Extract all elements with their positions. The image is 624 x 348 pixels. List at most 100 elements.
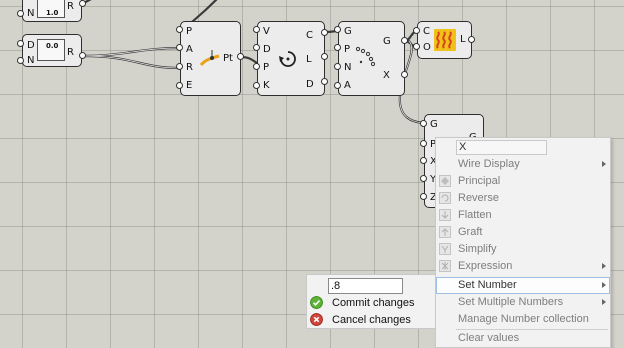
number-slider-component[interactable]: N 1.0 R — [22, 0, 82, 22]
output-label: R — [67, 1, 74, 12]
point-on-curve-icon — [199, 50, 220, 66]
submenu-arrow-icon — [602, 161, 606, 167]
commit-changes-item[interactable]: Commit changes — [307, 295, 435, 311]
check-icon — [310, 296, 323, 309]
menu-item-label: Simplify — [458, 243, 497, 255]
commit-label: Commit changes — [332, 297, 415, 309]
menu-item-reverse[interactable]: Reverse — [436, 190, 610, 207]
output-grip[interactable] — [79, 52, 86, 59]
input-label: V — [263, 26, 270, 37]
menu-item-graft[interactable]: Graft — [436, 224, 610, 241]
divide-points-component[interactable]: G P N A G X — [338, 21, 405, 96]
output-grip[interactable] — [401, 71, 408, 78]
input-grip[interactable] — [334, 26, 341, 33]
wire — [80, 54, 182, 70]
output-label: X — [383, 70, 390, 81]
number-input[interactable] — [328, 278, 403, 294]
rotate-icon — [279, 51, 296, 67]
output-grip[interactable] — [401, 37, 408, 44]
input-grip[interactable] — [420, 175, 427, 182]
input-label: O — [423, 42, 431, 53]
input-grip[interactable] — [334, 63, 341, 70]
input-grip[interactable] — [334, 44, 341, 51]
output-grip[interactable] — [468, 36, 475, 43]
flatten-icon — [439, 209, 451, 221]
output-label: D — [306, 79, 314, 90]
slider-value: 0.0 — [46, 42, 59, 50]
input-label: E — [186, 80, 193, 91]
input-label: A — [344, 80, 351, 91]
menu-item-label: Wire Display — [458, 158, 520, 170]
input-label: C — [423, 26, 430, 37]
input-label: G — [344, 26, 352, 37]
menu-item-label: Flatten — [458, 209, 492, 221]
context-menu: X Wire Display Principal Reverse Flatten… — [435, 137, 611, 348]
input-grip[interactable] — [253, 26, 260, 33]
output-grip[interactable] — [321, 29, 328, 36]
input-grip[interactable] — [413, 27, 420, 34]
submenu-arrow-icon — [602, 299, 606, 305]
menu-item-principal[interactable]: Principal — [436, 173, 610, 190]
input-label: P — [263, 62, 270, 73]
output-grip[interactable] — [321, 78, 328, 85]
menu-item-label: Manage Number collection — [458, 313, 589, 325]
menu-item-label: Graft — [458, 226, 483, 238]
number-slider-component[interactable]: D N 0.0 R — [22, 34, 82, 67]
input-label: D — [27, 40, 35, 51]
input-grip[interactable] — [420, 157, 427, 164]
output-grip[interactable] — [237, 53, 244, 60]
input-grip[interactable] — [17, 40, 24, 47]
input-grip[interactable] — [420, 120, 427, 127]
input-grip[interactable] — [253, 82, 260, 89]
menu-item-flatten[interactable]: Flatten — [436, 207, 610, 224]
input-grip[interactable] — [420, 140, 427, 147]
output-label: L — [460, 34, 466, 45]
input-label: K — [263, 80, 270, 91]
slider-track[interactable]: 1.0 — [37, 0, 65, 18]
evaluate-curve-component[interactable]: P A R E Pt — [180, 21, 241, 96]
input-grip[interactable] — [176, 26, 183, 33]
menu-item-simplify[interactable]: Simplify — [436, 241, 610, 258]
menu-item-label: Set Multiple Numbers — [458, 296, 564, 308]
output-grip[interactable] — [321, 53, 328, 60]
menu-item-clear-values[interactable]: Clear values — [436, 330, 610, 347]
output-label: Pt — [223, 53, 233, 64]
input-grip[interactable] — [176, 44, 183, 51]
input-grip[interactable] — [176, 63, 183, 70]
input-label: R — [186, 62, 193, 73]
menu-item-set-number[interactable]: Set Number — [436, 277, 610, 294]
input-grip[interactable] — [420, 193, 427, 200]
input-label: A — [186, 44, 193, 55]
menu-item-manage-collection[interactable]: Manage Number collection — [436, 311, 610, 328]
reverse-icon — [439, 192, 451, 204]
rotate-component[interactable]: V D P K C L D — [257, 21, 325, 96]
menu-item-label: Reverse — [458, 192, 499, 204]
slider-track[interactable]: 0.0 — [37, 39, 65, 61]
wire — [80, 0, 92, 6]
input-grip[interactable] — [17, 57, 24, 64]
input-grip[interactable] — [253, 44, 260, 51]
slider-value: 1.0 — [46, 9, 59, 17]
parameter-name-field[interactable]: X — [456, 140, 547, 155]
input-label: N — [344, 62, 352, 73]
output-grip[interactable] — [79, 0, 86, 7]
menu-item-label: Set Number — [458, 279, 517, 291]
input-grip[interactable] — [17, 10, 24, 17]
submenu-arrow-icon — [602, 282, 606, 288]
input-grip[interactable] — [253, 63, 260, 70]
cancel-changes-item[interactable]: Cancel changes — [307, 312, 435, 328]
menu-item-label: Principal — [458, 175, 501, 187]
menu-item-label: Clear values — [458, 332, 520, 344]
input-label: P — [344, 44, 351, 55]
input-grip[interactable] — [176, 82, 183, 89]
input-grip[interactable] — [334, 82, 341, 89]
menu-item-wire-display[interactable]: Wire Display — [436, 156, 610, 173]
input-grip[interactable] — [413, 43, 420, 50]
point-array-icon — [355, 46, 376, 67]
input-label: P — [186, 26, 193, 37]
menu-item-expression[interactable]: Expression — [436, 258, 610, 275]
set-number-submenu: Commit changes Cancel changes — [306, 274, 436, 329]
menu-item-set-multiple-numbers[interactable]: Set Multiple Numbers — [436, 294, 610, 311]
gradient-component[interactable]: C O L — [417, 21, 472, 59]
simplify-icon — [439, 243, 451, 255]
